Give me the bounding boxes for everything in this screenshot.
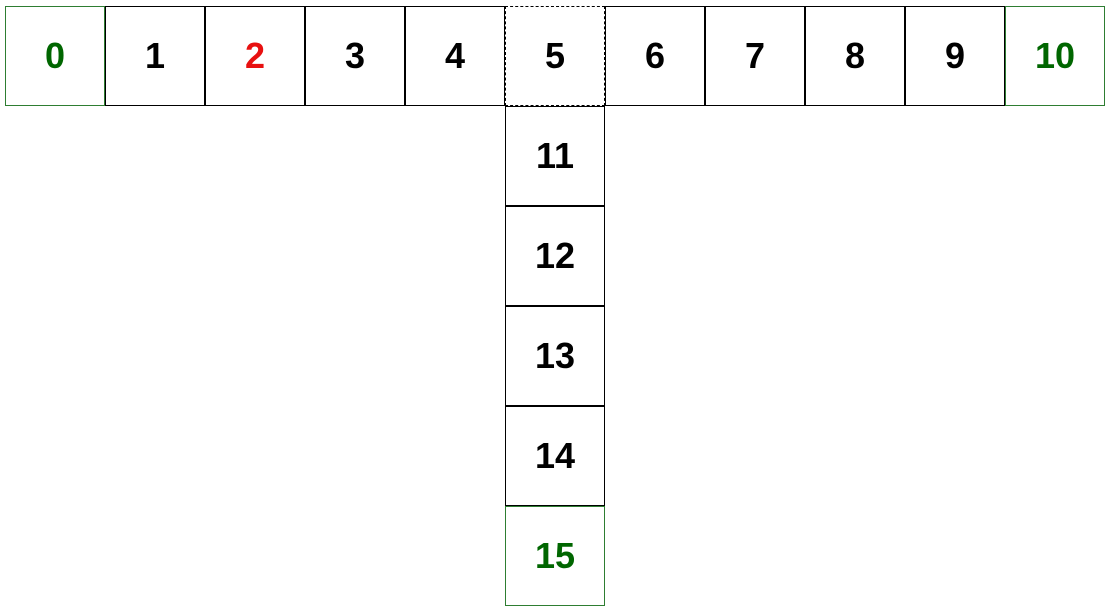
- cell-12: 12: [505, 206, 605, 306]
- cell-3: 3: [305, 6, 405, 106]
- cell-label: 6: [644, 35, 666, 76]
- cell-label: 5: [544, 35, 566, 76]
- cell-label: 13: [534, 335, 576, 376]
- cell-label: 7: [744, 35, 766, 76]
- cell-1: 1: [105, 6, 205, 106]
- cell-0: 0: [5, 6, 105, 106]
- cell-10: 10: [1005, 6, 1105, 106]
- cell-5-junction: 5: [505, 6, 605, 106]
- cell-label: 0: [44, 35, 66, 76]
- cell-11: 11: [505, 106, 605, 206]
- cell-label: 11: [535, 135, 575, 176]
- cell-label: 9: [944, 35, 966, 76]
- cell-8: 8: [805, 6, 905, 106]
- cell-label: 8: [844, 35, 866, 76]
- cell-label: 3: [344, 35, 366, 76]
- cell-7: 7: [705, 6, 805, 106]
- cell-label: 15: [534, 535, 576, 576]
- cell-label: 10: [1034, 35, 1076, 76]
- cell-6: 6: [605, 6, 705, 106]
- cell-label: 1: [144, 35, 166, 76]
- cell-4: 4: [405, 6, 505, 106]
- cell-label: 2: [244, 35, 266, 76]
- cell-15: 15: [505, 506, 605, 606]
- cell-label: 4: [444, 35, 466, 76]
- cell-14: 14: [505, 406, 605, 506]
- cell-13: 13: [505, 306, 605, 406]
- cell-label: 12: [534, 235, 576, 276]
- cell-label: 14: [534, 435, 576, 476]
- cell-2: 2: [205, 6, 305, 106]
- cell-9: 9: [905, 6, 1005, 106]
